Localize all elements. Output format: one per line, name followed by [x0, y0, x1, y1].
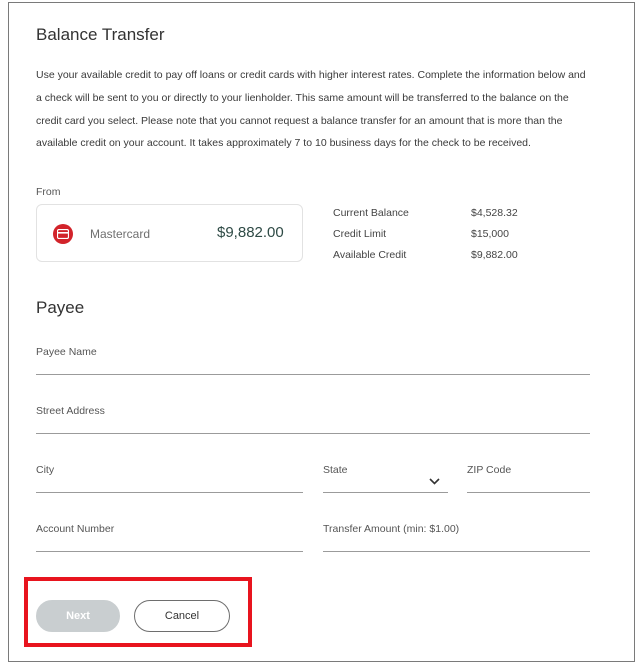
state-select[interactable]: State [323, 464, 448, 493]
account-number-field[interactable]: Account Number [36, 523, 303, 552]
city-label: City [36, 464, 55, 476]
transfer-amount-label: Transfer Amount (min: $1.00) [323, 523, 460, 535]
zip-code-field[interactable]: ZIP Code [467, 464, 590, 493]
page-title: Balance Transfer [36, 25, 165, 44]
available-credit-value: $9,882.00 [471, 249, 518, 261]
street-address-label: Street Address [36, 405, 105, 417]
payee-section-title: Payee [36, 298, 85, 317]
highlight-box [24, 577, 252, 647]
current-balance-label: Current Balance [333, 207, 409, 219]
card-available-amount: $9,882.00 [217, 224, 284, 241]
credit-limit-label: Credit Limit [333, 228, 387, 240]
chevron-down-icon [429, 472, 440, 490]
account-number-label: Account Number [36, 523, 115, 535]
available-credit-label: Available Credit [333, 249, 407, 261]
card-name: Mastercard [90, 227, 151, 241]
current-balance-value: $4,528.32 [471, 207, 518, 219]
transfer-amount-field[interactable]: Transfer Amount (min: $1.00) [323, 523, 590, 552]
from-label: From [36, 186, 61, 198]
source-card-selector[interactable]: Mastercard $9,882.00 [36, 204, 303, 262]
page-description: Use your available credit to pay off loa… [36, 69, 586, 150]
zip-code-label: ZIP Code [467, 464, 512, 476]
street-address-field[interactable]: Street Address [36, 405, 590, 434]
payee-name-label: Payee Name [36, 346, 97, 358]
payee-name-field[interactable]: Payee Name [36, 346, 590, 375]
city-field[interactable]: City [36, 464, 303, 493]
credit-card-icon [53, 224, 73, 244]
state-label: State [323, 464, 348, 476]
credit-limit-value: $15,000 [471, 228, 509, 240]
